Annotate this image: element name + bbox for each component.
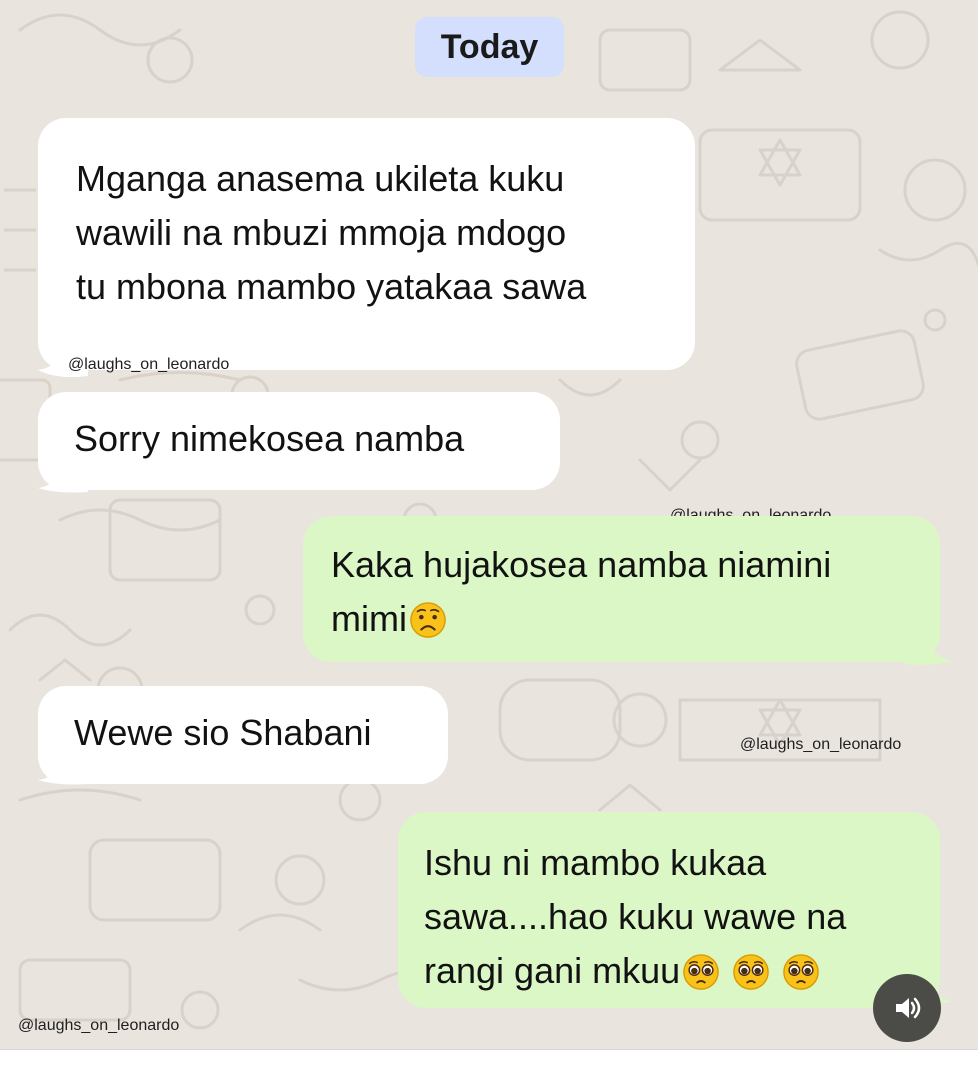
- watermark-text: @laughs_on_leonardo: [68, 356, 230, 373]
- speaker-icon: [896, 997, 921, 1019]
- message-text: Wewe sio Shabani: [74, 712, 372, 753]
- message-text: Sorry nimekosea namba: [74, 418, 465, 459]
- message-bubble-incoming[interactable]: Wewe sio Shabani: [38, 686, 448, 784]
- chat-thread: Today Mganga anasema ukileta kuku wawili…: [0, 0, 978, 1080]
- pleading-face-icon: [783, 954, 819, 990]
- message-text: Mganga anasema ukileta kuku wawili na mb…: [76, 158, 587, 307]
- message-text: Ishu ni mambo kukaa sawa....hao kuku waw…: [424, 842, 847, 991]
- message-bubble-incoming[interactable]: Sorry nimekosea namba: [38, 392, 560, 490]
- bottom-bar: [0, 1049, 978, 1080]
- pleading-face-icon: [683, 954, 719, 990]
- message-bubble-incoming[interactable]: Mganga anasema ukileta kuku wawili na mb…: [38, 118, 695, 373]
- date-separator: Today: [415, 17, 564, 77]
- message-bubble-outgoing[interactable]: Kaka hujakosea namba niamini mimi: [303, 516, 940, 662]
- message-text: Kaka hujakosea namba niamini mimi: [331, 544, 832, 639]
- worried-face-icon: [410, 602, 446, 638]
- watermark-text: @laughs_on_leonardo: [740, 736, 902, 753]
- pleading-face-icon: [733, 954, 769, 990]
- message-bubble-outgoing[interactable]: Ishu ni mambo kukaa sawa....hao kuku waw…: [398, 812, 940, 1008]
- sound-toggle-button[interactable]: [873, 974, 941, 1042]
- watermark-text: @laughs_on_leonardo: [18, 1017, 180, 1034]
- date-separator-label: Today: [440, 27, 539, 66]
